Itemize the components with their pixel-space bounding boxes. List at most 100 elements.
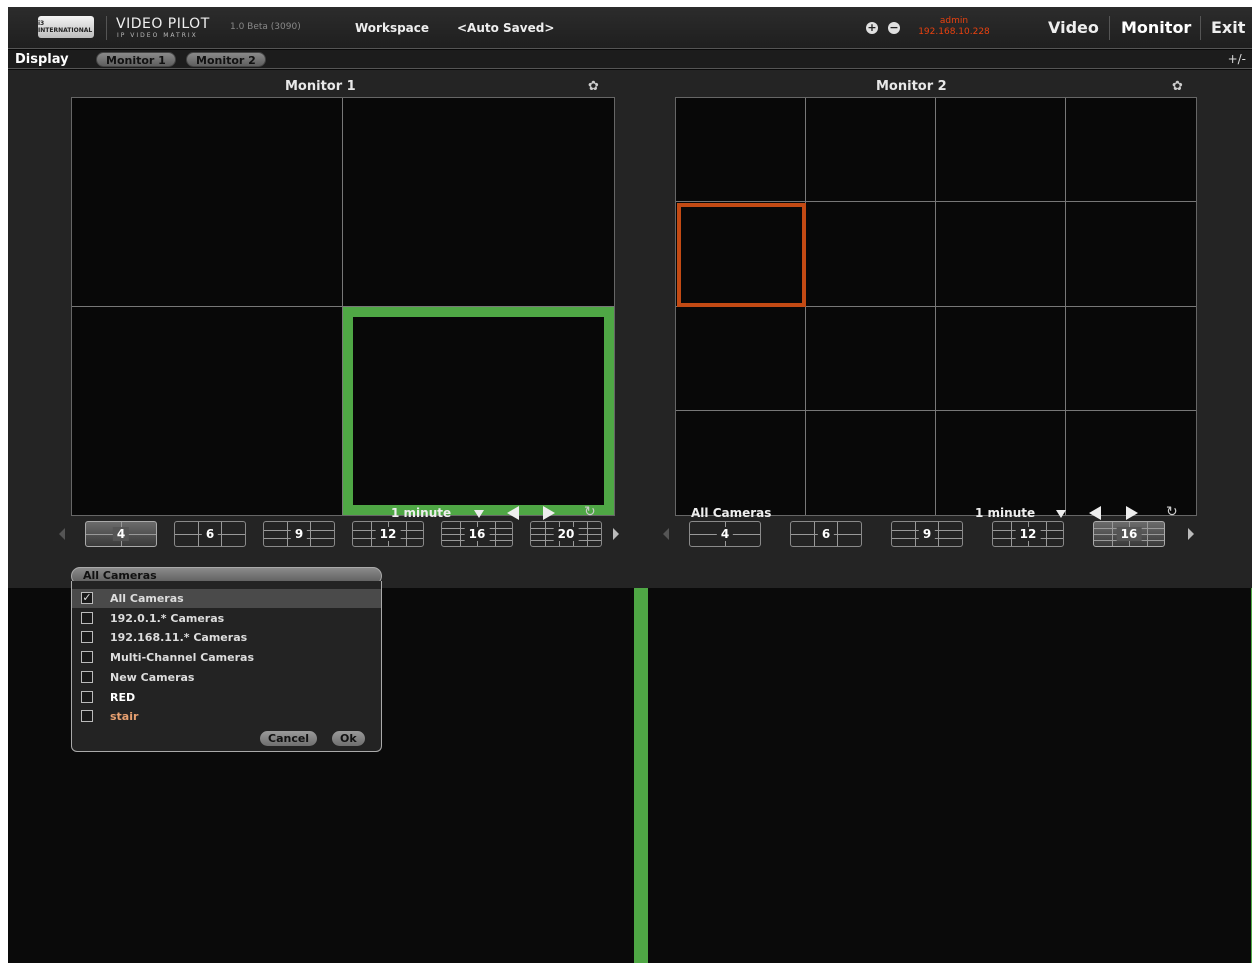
- interval-dropdown-icon[interactable]: [474, 510, 484, 518]
- dropdown-item[interactable]: stair: [72, 707, 381, 726]
- video-cell[interactable]: [676, 306, 806, 411]
- layout-button-16[interactable]: 16: [1093, 521, 1165, 547]
- layout-label: 12: [1015, 527, 1041, 541]
- dropdown-item-label: Multi-Channel Cameras: [110, 651, 255, 665]
- interval-label[interactable]: 1 minute: [975, 506, 1035, 520]
- video-cell[interactable]: [936, 306, 1066, 411]
- minus-circle-icon[interactable]: −: [888, 22, 900, 34]
- checkbox[interactable]: [81, 631, 93, 644]
- video-cell[interactable]: [1066, 411, 1196, 515]
- video-cell[interactable]: [936, 410, 1066, 515]
- checkbox[interactable]: ✓: [81, 592, 93, 604]
- video-cell[interactable]: [936, 98, 1066, 203]
- nav-video[interactable]: Video: [1048, 18, 1099, 37]
- layout-button-4[interactable]: 4: [689, 521, 761, 547]
- video-cell[interactable]: [1066, 98, 1196, 203]
- layout-button-20[interactable]: 20: [530, 521, 602, 547]
- video-cell[interactable]: [72, 306, 343, 515]
- video-cell[interactable]: [72, 98, 343, 307]
- layout-gridline: [287, 522, 289, 546]
- next-icon[interactable]: [543, 506, 555, 520]
- monitor-2-grid[interactable]: [675, 97, 1197, 516]
- video-cell[interactable]: [806, 202, 936, 307]
- layout-gridline: [310, 522, 312, 546]
- video-cell[interactable]: [936, 202, 1066, 307]
- nav-exit[interactable]: Exit: [1211, 18, 1245, 37]
- workspace-button[interactable]: Workspace: [355, 21, 429, 35]
- dropdown-item-label: 192.168.11.* Cameras: [110, 631, 248, 645]
- video-cell[interactable]: [343, 98, 614, 307]
- display-label: Display: [15, 52, 69, 67]
- tab-monitor-2[interactable]: Monitor 2: [186, 52, 266, 67]
- dropdown-item[interactable]: New Cameras: [72, 668, 381, 687]
- dropdown-item[interactable]: 192.168.11.* Cameras: [72, 628, 381, 647]
- dropdown-item-label: stair: [110, 710, 139, 724]
- gear-icon[interactable]: ✿: [588, 79, 599, 94]
- previous-icon[interactable]: [507, 506, 519, 520]
- dropdown-item[interactable]: 192.0.1.* Cameras: [72, 609, 381, 628]
- interval-label[interactable]: 1 minute: [391, 506, 451, 520]
- monitor-2-camera-filter[interactable]: All Cameras: [691, 506, 771, 520]
- video-cell[interactable]: [806, 98, 936, 203]
- view-divider-edge: [1251, 588, 1252, 963]
- layout-button-16[interactable]: 16: [441, 521, 513, 547]
- dropdown-item-label: RED: [110, 690, 136, 704]
- layout-label: 20: [553, 527, 579, 541]
- dropdown-item-label: All Cameras: [110, 592, 184, 605]
- tab-monitor-1[interactable]: Monitor 1: [96, 52, 176, 67]
- user-ip: 192.168.10.228: [918, 27, 990, 37]
- checkbox[interactable]: [81, 670, 93, 683]
- layout-button-4[interactable]: 4: [85, 521, 157, 547]
- toggle-button[interactable]: +/-: [1228, 52, 1246, 66]
- layout-button-9[interactable]: 9: [263, 521, 335, 547]
- layout-label: 6: [201, 527, 219, 541]
- video-cell[interactable]: [676, 410, 806, 515]
- layout-gridline: [938, 522, 940, 546]
- gear-icon[interactable]: ✿: [1172, 79, 1183, 94]
- layout-button-9[interactable]: 9: [891, 521, 963, 547]
- next-icon[interactable]: [1126, 506, 1138, 520]
- app-window: i3 INTERNATIONAL VIDEO PILOT IP VIDEO MA…: [8, 7, 1252, 963]
- cycle-icon[interactable]: ↻: [1166, 504, 1178, 520]
- layouts-next-icon[interactable]: [1188, 528, 1194, 540]
- divider: [1109, 16, 1110, 40]
- dropdown-item[interactable]: ✓ All Cameras: [72, 589, 381, 608]
- layout-label: 9: [918, 527, 936, 541]
- previous-icon[interactable]: [1089, 506, 1101, 520]
- ok-button[interactable]: Ok: [332, 731, 365, 746]
- app-name: VIDEO PILOT: [116, 16, 210, 32]
- video-cell[interactable]: [1066, 307, 1196, 411]
- checkbox[interactable]: [81, 690, 93, 703]
- layouts-prev-icon[interactable]: [59, 528, 65, 540]
- checkbox[interactable]: [81, 710, 93, 723]
- video-cell[interactable]: [806, 306, 936, 411]
- video-cell[interactable]: [1066, 202, 1196, 307]
- cycle-icon[interactable]: ↻: [584, 504, 596, 520]
- top-bar: i3 INTERNATIONAL VIDEO PILOT IP VIDEO MA…: [8, 7, 1252, 49]
- layout-label: 9: [290, 527, 308, 541]
- monitor-1-grid[interactable]: [71, 97, 615, 516]
- layout-button-12[interactable]: 12: [992, 521, 1064, 547]
- plus-circle-icon[interactable]: +: [866, 22, 878, 34]
- cancel-button[interactable]: Cancel: [260, 731, 318, 746]
- display-bar: Display Monitor 1 Monitor 2 +/-: [8, 50, 1252, 69]
- layout-gridline: [370, 522, 372, 546]
- dropdown-item[interactable]: Multi-Channel Cameras: [72, 648, 381, 667]
- nav-monitor[interactable]: Monitor: [1121, 18, 1191, 37]
- workspace-status[interactable]: <Auto Saved>: [457, 21, 554, 35]
- monitor-2-title: Monitor 2: [876, 79, 947, 94]
- video-cell[interactable]: [676, 98, 806, 203]
- user-info: admin 192.168.10.228: [909, 16, 999, 38]
- layouts-prev-icon[interactable]: [663, 528, 669, 540]
- interval-dropdown-icon[interactable]: [1056, 510, 1066, 518]
- divider: [1200, 16, 1201, 40]
- video-cell[interactable]: [806, 410, 936, 515]
- layout-button-6[interactable]: 6: [790, 521, 862, 547]
- dropdown-item[interactable]: RED: [72, 688, 381, 707]
- checkbox[interactable]: [81, 611, 93, 624]
- layout-button-12[interactable]: 12: [352, 521, 424, 547]
- checkbox[interactable]: [81, 651, 93, 664]
- view-divider[interactable]: [634, 588, 648, 963]
- layout-button-6[interactable]: 6: [174, 521, 246, 547]
- layouts-next-icon[interactable]: [613, 528, 619, 540]
